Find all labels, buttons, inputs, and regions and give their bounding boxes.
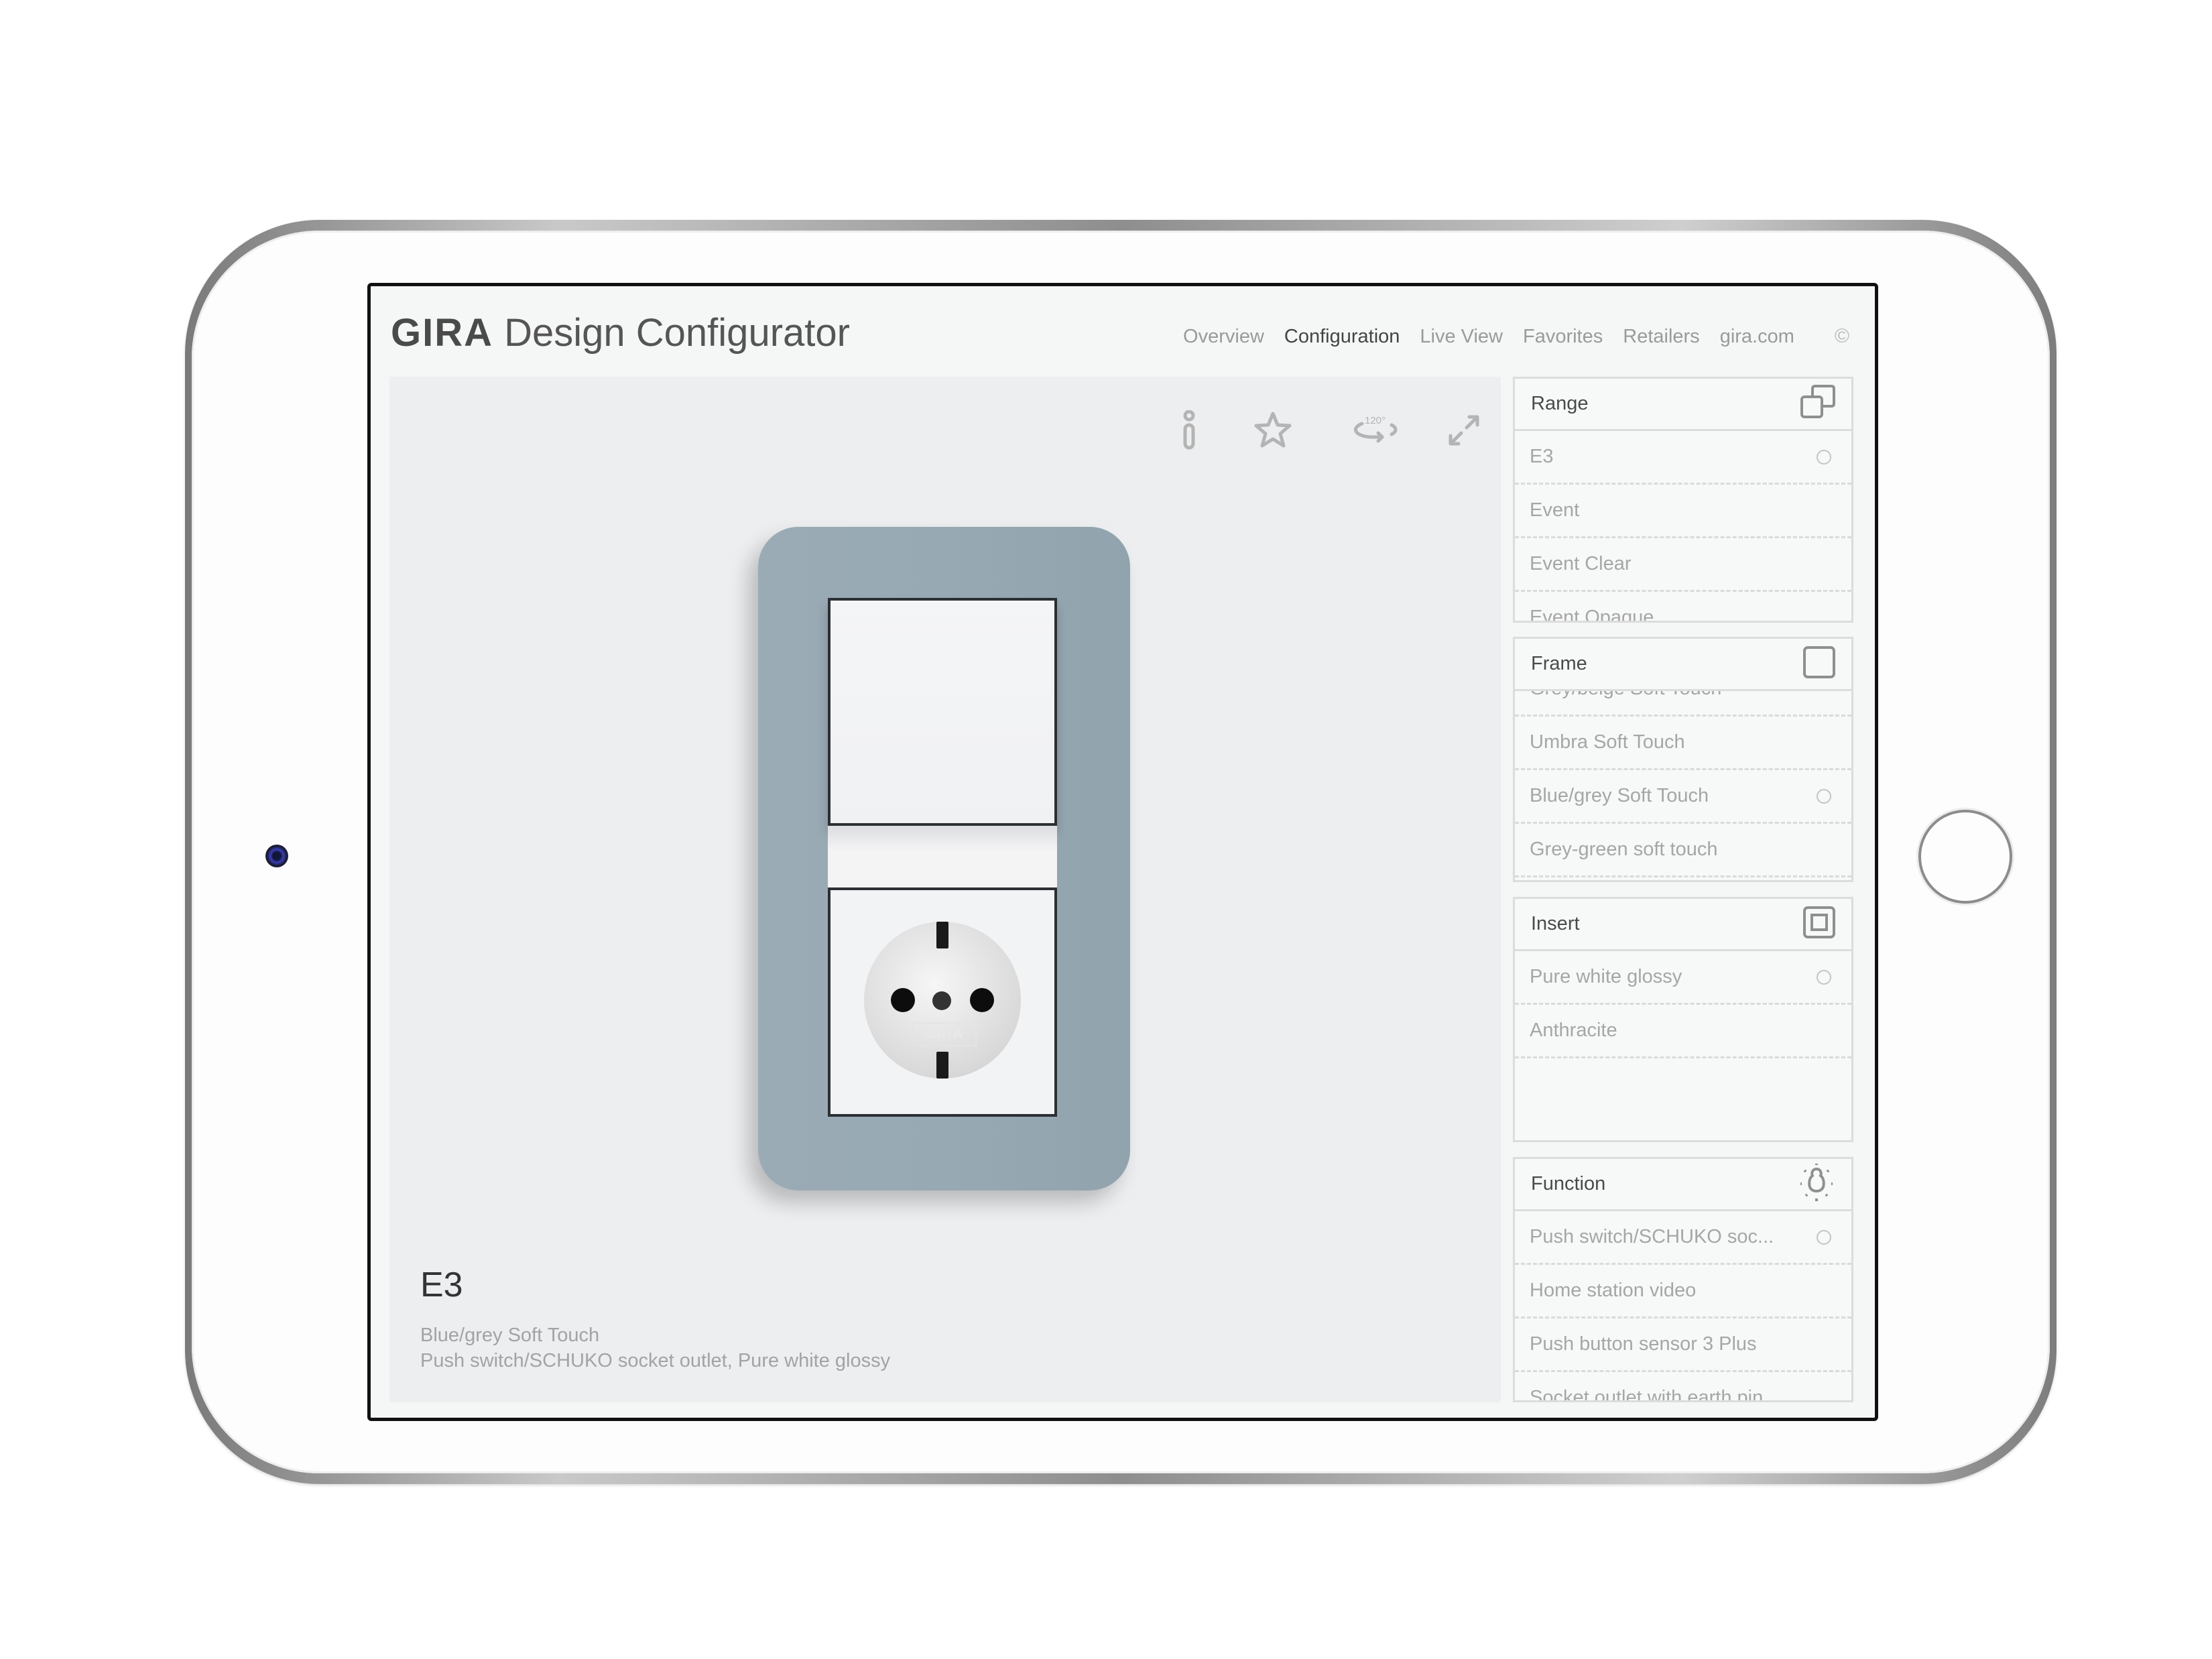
fullscreen-button[interactable] [1440,404,1487,457]
section-range: Range E3 Event Event Clear Event Opaque [1513,377,1853,623]
switch-frame: GIRA [758,527,1130,1190]
function-header[interactable]: Function [1515,1159,1851,1211]
socket-well: GIRA [864,922,1021,1079]
section-title: Range [1531,393,1589,414]
section-function: Function Push switch/SCHUKO soc... Home … [1513,1157,1853,1402]
option-label: Event Clear [1530,553,1632,574]
range-icon [1800,385,1835,418]
section-frame: Frame Grey/beige Soft Touch Umbra Soft T… [1513,637,1853,882]
product-details: Push switch/SCHUKO socket outlet, Pure w… [420,1350,891,1371]
function-option[interactable]: Socket outlet with earth pin [1515,1372,1851,1402]
option-label: Push switch/SCHUKO soc... [1530,1226,1774,1247]
rotate-label: 120° [1365,415,1386,426]
product-info: E3 Blue/grey Soft Touch Push switch/SCHU… [420,1265,890,1373]
home-button[interactable] [1918,810,2012,904]
socket-pin-hole [891,988,915,1012]
selected-radio [1817,788,1831,804]
selected-radio [1817,1229,1831,1245]
nav-overview[interactable]: Overview [1183,326,1264,348]
earth-clip-top [936,922,948,948]
app-name: Design Configurator [504,311,850,355]
preview-toolbar: 120° [1166,404,1501,457]
range-option[interactable]: Event Clear [1515,538,1851,592]
rotate-120-icon: 120° [1353,415,1398,443]
frame-option[interactable]: Umbra Soft Touch [1515,717,1851,770]
option-label: Event Opaque [1530,607,1654,623]
option-label: Blue/grey Soft Touch [1530,785,1709,806]
nav-gira-com[interactable]: gira.com [1720,326,1794,348]
range-option[interactable]: E3 [1515,431,1851,485]
product-name: E3 [420,1266,463,1304]
nav-live-view[interactable]: Live View [1420,326,1503,348]
option-label: Pure white glossy [1530,966,1682,987]
option-label: Home station video [1530,1280,1697,1301]
selected-radio [1817,969,1831,985]
push-switch-rocker [828,598,1057,826]
section-title: Insert [1531,913,1580,934]
range-option[interactable]: Event [1515,485,1851,538]
section-insert: Insert Pure white glossy Anthracite [1513,897,1853,1142]
section-title: Frame [1531,653,1587,674]
selected-radio [1817,449,1831,465]
option-label: Socket outlet with earth pin [1530,1387,1764,1402]
product-frame: Blue/grey Soft Touch [420,1325,600,1346]
function-option[interactable]: Push switch/SCHUKO soc... [1515,1211,1851,1265]
socket-logo: GIRA [912,1022,977,1046]
function-option[interactable]: Push button sensor 3 Plus [1515,1318,1851,1372]
frame-header[interactable]: Frame [1515,639,1851,691]
rotate-120-button[interactable]: 120° [1347,404,1407,457]
socket-pin-hole [970,988,994,1012]
expand-icon [1449,415,1479,446]
info-button[interactable] [1166,404,1213,457]
main-nav: Overview Configuration Live View Favorit… [1183,325,1849,348]
bulb-icon [1800,1164,1833,1201]
earth-clip-bottom [936,1052,948,1079]
range-option[interactable]: Event Opaque [1515,592,1851,623]
range-header[interactable]: Range [1515,379,1851,431]
brand-logo[interactable]: GIRA [391,311,493,355]
frame-icon [1803,646,1835,678]
star-icon [1254,412,1292,448]
option-label: Umbra Soft Touch [1530,731,1685,753]
option-label: Anthracite [1530,1020,1617,1041]
app-screen: GIRA Design Configurator Overview Config… [367,283,1878,1421]
insert-icon [1803,906,1835,938]
copyright-icon[interactable]: © [1835,325,1849,348]
product-preview: 120° GIRA E3 Blue/grey Soft Touch Push s… [389,377,1501,1402]
app-title: GIRA Design Configurator [391,310,850,355]
insert-option[interactable]: Anthracite [1515,1005,1851,1058]
option-label: E3 [1530,446,1554,467]
option-label: Grey-green soft touch [1530,839,1718,860]
section-title: Function [1531,1173,1606,1194]
option-label: Push button sensor 3 Plus [1530,1333,1757,1355]
insert-option[interactable]: Pure white glossy [1515,951,1851,1005]
camera-icon [265,845,288,867]
nav-favorites[interactable]: Favorites [1523,326,1603,348]
schuko-socket: GIRA [828,887,1057,1117]
option-label: Event [1530,499,1580,521]
nav-retailers[interactable]: Retailers [1623,326,1699,348]
insert-header[interactable]: Insert [1515,899,1851,951]
function-option[interactable]: Home station video [1515,1265,1851,1318]
switch-gap [828,826,1057,887]
nav-configuration[interactable]: Configuration [1284,326,1400,348]
frame-option[interactable]: Grey-green soft touch [1515,824,1851,877]
socket-center [932,991,951,1010]
favorite-button[interactable] [1249,404,1296,457]
top-bar: GIRA Design Configurator Overview Config… [371,286,1875,380]
info-icon [1183,410,1195,450]
frame-option[interactable]: Blue/grey Soft Touch [1515,770,1851,824]
